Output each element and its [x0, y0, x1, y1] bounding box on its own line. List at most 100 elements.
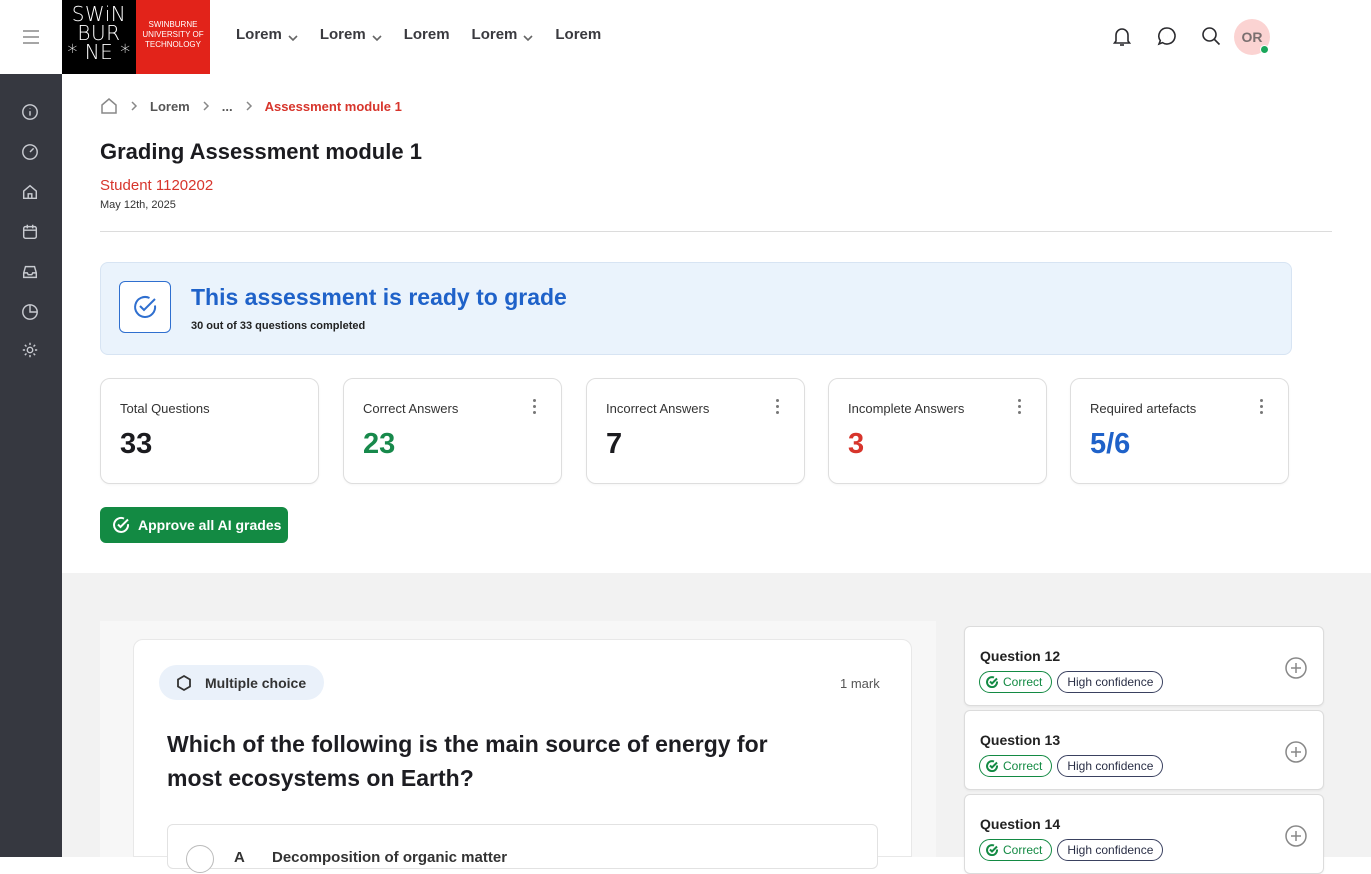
more-options-icon[interactable] — [776, 399, 780, 415]
student-link[interactable]: Student 1120202 — [100, 177, 213, 194]
search-icon[interactable] — [1200, 25, 1222, 47]
info-icon[interactable] — [20, 102, 40, 122]
question-list-item-title: Question 13 — [980, 732, 1061, 748]
stat-label: Total Questions — [120, 401, 210, 416]
option-text: Decomposition of organic matter — [272, 849, 508, 866]
logo-name-line: UNIVERSITY OF — [142, 30, 204, 39]
check-circle-icon — [986, 760, 998, 772]
stat-card-required-artefacts: Required artefacts 5/6 — [1070, 378, 1289, 484]
option-letter: A — [234, 849, 245, 866]
settings-icon[interactable] — [20, 340, 40, 360]
logo-mark: SWiN BUR * NE * — [62, 0, 136, 74]
bell-icon[interactable] — [1111, 25, 1133, 47]
option-radio[interactable] — [186, 845, 214, 873]
nav-item[interactable]: Lorem — [404, 26, 450, 43]
pie-chart-icon[interactable] — [20, 302, 40, 322]
question-list-item[interactable]: Question 13 Correct High confidence — [964, 710, 1324, 790]
status-badge: Correct — [979, 839, 1053, 861]
expand-plus-icon[interactable] — [1285, 657, 1307, 679]
stat-value: 33 — [120, 428, 153, 460]
stat-value: 23 — [363, 428, 396, 460]
question-list-item-title: Question 12 — [980, 648, 1061, 664]
stat-card-correct-answers: Correct Answers 23 — [343, 378, 562, 484]
approve-all-button[interactable]: Approve all AI grades — [100, 507, 288, 543]
stat-label: Incomplete Answers — [848, 401, 965, 416]
check-circle-icon — [986, 676, 998, 688]
confidence-badge: High confidence — [1057, 839, 1164, 861]
stat-label: Required artefacts — [1090, 401, 1197, 416]
more-options-icon[interactable] — [533, 399, 537, 415]
stat-card-incorrect-answers: Incorrect Answers 7 — [586, 378, 805, 484]
more-options-icon[interactable] — [1260, 399, 1264, 415]
chevron-right-icon — [246, 101, 252, 111]
calendar-icon[interactable] — [20, 222, 40, 242]
breadcrumb-current: Assessment module 1 — [264, 98, 402, 114]
avatar[interactable]: OR — [1234, 19, 1270, 55]
home-icon[interactable] — [20, 182, 40, 202]
stat-value: 3 — [848, 428, 865, 460]
question-list-item[interactable]: Question 14 Correct High confidence — [964, 794, 1324, 874]
stat-card-incomplete-answers: Incomplete Answers 3 — [828, 378, 1047, 484]
top-navigation: Lorem Lorem Lorem Lorem Lorem — [236, 26, 601, 43]
confidence-badge: High confidence — [1057, 755, 1164, 777]
assessment-date: May 12th, 2025 — [100, 199, 176, 211]
approve-all-label: Approve all AI grades — [138, 517, 282, 533]
nav-item[interactable]: Lorem — [236, 26, 298, 43]
nav-item-label: Lorem — [403, 26, 450, 43]
chevron-down-icon — [288, 30, 298, 41]
more-options-icon[interactable] — [1018, 399, 1022, 415]
breadcrumb-item[interactable]: ... — [222, 99, 233, 114]
confidence-badge: High confidence — [1057, 671, 1164, 693]
question-text: Which of the following is the main sourc… — [167, 731, 768, 791]
check-circle-icon — [119, 281, 171, 333]
answer-option[interactable]: A Decomposition of organic matter — [167, 824, 878, 873]
expand-plus-icon[interactable] — [1285, 741, 1307, 763]
chat-icon[interactable] — [1156, 25, 1178, 47]
divider — [100, 231, 1332, 232]
status-badge-label: Correct — [1003, 843, 1043, 857]
chevron-right-icon — [203, 101, 209, 111]
question-list-item-title: Question 14 — [980, 816, 1061, 832]
logo-name-line: SWINBURNE — [148, 20, 198, 29]
chevron-down-icon — [523, 30, 533, 41]
nav-item[interactable]: Lorem — [320, 26, 382, 43]
menu-toggle[interactable] — [0, 0, 62, 74]
status-badge-label: Correct — [1003, 675, 1043, 689]
status-badge: Correct — [979, 671, 1053, 693]
page-title: Grading Assessment module 1 — [100, 139, 422, 164]
home-icon[interactable] — [100, 97, 118, 115]
question-list-item[interactable]: Question 12 Correct High confidence — [964, 626, 1324, 706]
nav-item[interactable]: Lorem — [472, 26, 534, 43]
stat-card-total-questions: Total Questions 33 — [100, 378, 319, 484]
avatar-initials: OR — [1241, 29, 1263, 45]
nav-item-label: Lorem — [555, 26, 602, 43]
stat-label: Incorrect Answers — [606, 401, 710, 416]
chevron-down-icon — [372, 30, 382, 41]
nav-item-label: Lorem — [471, 26, 518, 43]
nav-item[interactable]: Lorem — [555, 26, 601, 43]
logo-name-line: TECHNOLOGY — [144, 40, 201, 49]
logo-mark-line: * NE * — [67, 40, 131, 64]
hamburger-icon[interactable] — [22, 30, 40, 44]
stat-value: 7 — [606, 428, 623, 460]
check-circle-icon — [986, 844, 998, 856]
breadcrumb-item[interactable]: Lorem — [150, 99, 190, 114]
sidebar — [0, 0, 62, 857]
breadcrumb: Lorem ... Assessment module 1 — [100, 97, 402, 115]
question-type-label: Multiple choice — [205, 674, 307, 691]
status-badge-label: Correct — [1003, 759, 1043, 773]
online-status-dot — [1260, 45, 1269, 54]
inbox-icon[interactable] — [20, 262, 40, 282]
dashboard-icon[interactable] — [20, 142, 40, 162]
check-circle-icon — [113, 517, 130, 533]
banner-title: This assessment is ready to grade — [191, 284, 567, 310]
question-type-badge: Multiple choice — [159, 665, 325, 700]
nav-item-label: Lorem — [319, 26, 366, 43]
expand-plus-icon[interactable] — [1285, 825, 1307, 847]
chevron-right-icon — [131, 101, 138, 111]
stat-label: Correct Answers — [363, 401, 459, 416]
university-logo[interactable]: SWiN BUR * NE * SWINBURNE UNIVERSITY OF … — [62, 0, 210, 74]
ready-to-grade-banner: This assessment is ready to grade 30 out… — [100, 262, 1292, 355]
banner-subtitle: 30 out of 33 questions completed — [191, 320, 366, 332]
question-list: Question 12 Correct High confidence Ques… — [961, 623, 1327, 874]
